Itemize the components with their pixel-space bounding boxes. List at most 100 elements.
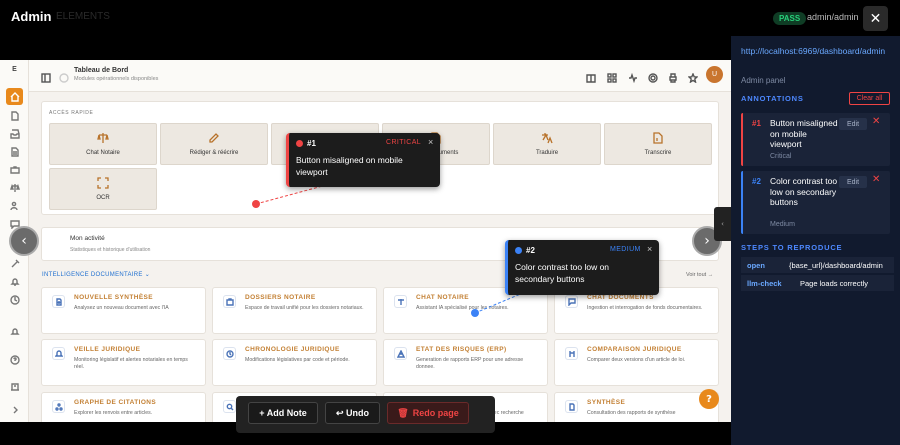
panel-collapse-handle[interactable]: ‹: [714, 207, 731, 241]
sidebar-item-home[interactable]: [6, 88, 23, 105]
quick-access-chat-notaire[interactable]: Chat Notaire: [49, 123, 157, 165]
annotation-item-1[interactable]: #1 Button misaligned on mobile viewport …: [741, 113, 890, 166]
grid-button[interactable]: [607, 70, 617, 83]
briefcase-icon: [225, 297, 234, 306]
graph-icon: [54, 402, 63, 411]
user-label: admin/admin: [807, 12, 859, 22]
avatar[interactable]: U: [706, 66, 723, 83]
step-row: open {base_url}/dashboard/admin: [741, 257, 894, 273]
sidebar-expand[interactable]: [7, 402, 22, 417]
module-card[interactable]: COMPARAISON JURIDIQUE Comparer deux versi…: [554, 339, 719, 386]
close-button[interactable]: ✕: [863, 6, 888, 31]
clock-icon: [225, 349, 234, 358]
activity-title: Mon activité: [70, 235, 105, 242]
bell-icon: [54, 349, 63, 357]
quick-access-ocr[interactable]: OCR: [49, 168, 157, 210]
module-card[interactable]: GRAPHE DE CITATIONS Explorer les renvois …: [41, 392, 206, 422]
bell-icon: [9, 277, 20, 286]
chevron-left-icon: ‹: [721, 220, 724, 228]
document-plus-icon: [55, 297, 62, 306]
inbox-icon: [9, 128, 20, 139]
help-button[interactable]: ?: [699, 389, 719, 409]
sidebar-item-files[interactable]: [7, 144, 22, 159]
scale-icon: [97, 133, 109, 143]
print-button[interactable]: [668, 70, 678, 83]
module-card[interactable]: NOUVELLE SYNTHÈSE Analysez un nouveau doc…: [41, 287, 206, 334]
see-all-link[interactable]: Voir tout →: [686, 272, 713, 278]
clock-icon: [9, 294, 20, 305]
sidebar-item-scale[interactable]: [7, 180, 22, 195]
chevron-down-icon: ⌄: [144, 272, 151, 278]
book-icon: [586, 74, 596, 83]
favorite-button[interactable]: [687, 70, 699, 84]
admin-panel: http://localhost:6969/dashboard/admin Ad…: [731, 36, 900, 445]
sidebar-item-notifications[interactable]: [7, 324, 22, 339]
module-card[interactable]: VEILLE JURIDIQUE Monitoring législatif et…: [41, 339, 206, 386]
app-title: Admin: [11, 9, 52, 24]
help-icon: [9, 354, 20, 365]
sidebar-item-help[interactable]: [7, 352, 22, 367]
annotation-tooltip-2[interactable]: #2 MEDIUM × Color contrast too low on se…: [505, 240, 659, 295]
app-subtitle: ELEMENTS: [56, 11, 110, 22]
warning-icon: [396, 349, 405, 358]
tooltip-close-icon[interactable]: ×: [428, 137, 433, 147]
activity-button[interactable]: [628, 70, 638, 84]
delete-icon[interactable]: ✕: [872, 116, 880, 127]
quick-access-transcrire[interactable]: Transcrire: [604, 123, 712, 165]
quick-access-traduire[interactable]: Traduire: [493, 123, 601, 165]
sidebar-item-inbox[interactable]: [7, 126, 22, 141]
building-icon: [10, 382, 19, 391]
module-card[interactable]: CHRONOLOGIE JURIDIQUE Modifications légis…: [212, 339, 377, 386]
sidebar-logo: E: [12, 66, 17, 73]
sidebar-item-briefcase[interactable]: [7, 162, 22, 177]
sidebar-item-history[interactable]: [7, 292, 22, 307]
sidebar-item-building[interactable]: [7, 378, 22, 393]
file-icon: [568, 402, 575, 411]
undo-button[interactable]: ↩ Undo: [325, 402, 380, 424]
logo-icon: [59, 73, 69, 83]
chevron-right-icon: ›: [704, 233, 710, 249]
annotation-item-2[interactable]: #2 Color contrast too low on secondary b…: [741, 171, 890, 234]
document-icon: [10, 110, 19, 121]
chevron-right-icon: [13, 406, 18, 413]
quick-access-label: ACCÈS RAPIDE: [49, 110, 94, 116]
quick-access-rediger[interactable]: Rédiger & réécrire: [160, 123, 268, 165]
grid-icon: [607, 73, 617, 83]
sidebar-item-tools[interactable]: [7, 256, 22, 271]
book-button[interactable]: [586, 70, 596, 83]
sidebar-item-bell[interactable]: [7, 274, 22, 289]
settings-button[interactable]: [648, 70, 658, 83]
annotation-tooltip-1[interactable]: #1 CRITICAL × Button misaligned on mobil…: [286, 133, 440, 187]
intel-section-label[interactable]: INTELLIGENCE DOCUMENTAIRE ⌄: [42, 271, 150, 278]
module-card[interactable]: SYNTHÈSE Consultation des rapports de syn…: [554, 392, 719, 422]
edit-button[interactable]: Edit: [839, 118, 867, 130]
chevron-left-icon: ‹: [21, 233, 27, 249]
gear-icon: [648, 73, 658, 83]
annotations-heading: ANNOTATIONS: [741, 94, 804, 103]
sidebar-toggle[interactable]: [41, 70, 51, 83]
chat-icon: [567, 297, 576, 306]
sidebar-item-documents[interactable]: [7, 108, 22, 123]
redo-button[interactable]: 🗑 Redo page: [387, 402, 469, 424]
pen-icon: [209, 133, 219, 143]
close-icon: ✕: [869, 10, 882, 27]
clear-all-button[interactable]: Clear all: [849, 92, 890, 105]
add-note-button[interactable]: + Add Note: [248, 402, 318, 424]
module-card[interactable]: DOSSIERS NOTAIRE Espace de travail unifié…: [212, 287, 377, 334]
users-icon: [9, 201, 18, 210]
delete-icon[interactable]: ✕: [872, 174, 880, 185]
notification-icon: [9, 327, 20, 335]
prev-arrow-button[interactable]: ‹: [9, 226, 39, 256]
scan-icon: [97, 177, 109, 189]
search-icon: [226, 403, 233, 410]
top-bar: Admin ELEMENTS PASS admin/admin ✕: [0, 0, 900, 36]
page-url[interactable]: http://localhost:6969/dashboard/admin: [741, 46, 891, 58]
page-title: Tableau de Bord: [74, 67, 129, 74]
module-card[interactable]: ETAT DES RISQUES (ERP) Generation de rapp…: [383, 339, 548, 386]
status-badge: PASS: [773, 12, 807, 25]
annotation-toolbar: + Add Note ↩ Undo 🗑 Redo page: [236, 396, 495, 433]
edit-button[interactable]: Edit: [839, 176, 867, 188]
sidebar-item-users[interactable]: [7, 198, 22, 213]
severity-dot: [296, 140, 303, 147]
tooltip-close-icon[interactable]: ×: [647, 244, 652, 254]
